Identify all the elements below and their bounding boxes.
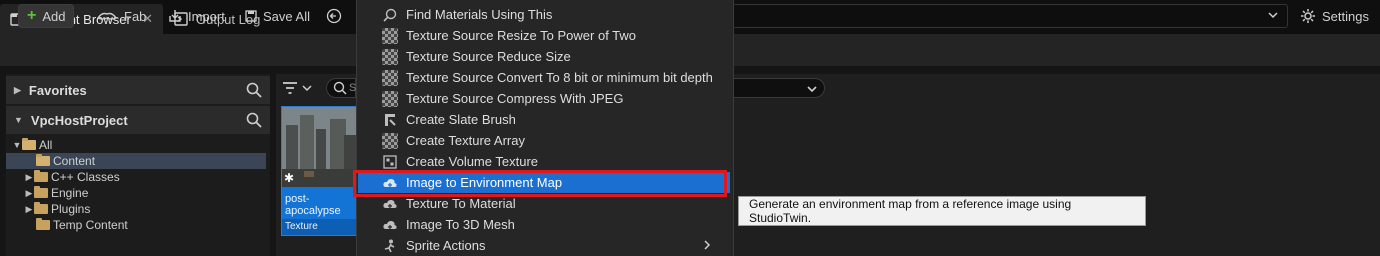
menu-item-compress-jpeg[interactable]: Texture Source Compress With JPEG [358,88,730,109]
tooltip-text: Generate an environment map from a refer… [749,197,1072,225]
asset-tile[interactable]: ✱ post-apocalypse Texture [281,106,357,236]
menu-item-label: Texture To Material [406,196,516,211]
tree-item-cpp-classes[interactable]: ▶ C++ Classes [6,169,266,185]
menu-item-sprite-actions[interactable]: Sprite Actions [358,235,730,256]
chevron-right-icon: ▶ [14,84,21,95]
folder-open-icon [36,154,50,166]
settings-label: Settings [1322,8,1369,24]
import-label: Import [188,8,225,24]
menu-item-label: Image To 3D Mesh [406,217,515,232]
chevron-down-icon[interactable] [806,83,818,95]
menu-item-label: Create Volume Texture [406,154,538,169]
search-icon [333,81,347,95]
tree-item-label: All [39,138,53,152]
search-input[interactable]: S [326,78,356,98]
sprite-icon [382,238,398,254]
menu-item-create-slate-brush[interactable]: Create Slate Brush [358,109,730,130]
menu-item-image-to-3d-mesh[interactable]: Image To 3D Mesh [358,214,730,235]
folder-open-icon [22,138,36,150]
chevron-right-icon[interactable]: ▶ [24,204,34,215]
menu-item-create-texture-array[interactable]: Create Texture Array [358,130,730,151]
favorites-label: Favorites [28,82,87,98]
fab-button[interactable]: Fab [96,4,146,28]
highlight-annotation-box [353,170,727,197]
project-header[interactable]: ▼ VpcHostProject [6,106,270,134]
gear-icon [1300,8,1316,24]
import-button[interactable]: Import [168,4,225,28]
texture-icon [382,48,398,65]
folder-icon [34,186,48,198]
menu-item-label: Find Materials Using This [406,7,553,22]
tree-item-plugins[interactable]: ▶ Plugins [6,201,266,217]
chevron-down-icon [302,83,312,93]
import-icon [168,9,182,23]
tree-item-label: Plugins [51,202,91,216]
add-button[interactable]: + Add [18,4,74,28]
tooltip: Generate an environment map from a refer… [738,196,1146,226]
chevron-right-icon [702,239,712,251]
tree-item-temp-content[interactable]: Temp Content [6,217,266,233]
filter-icon [282,81,298,95]
chevron-down-icon[interactable]: ▼ [12,140,22,150]
folder-icon [34,202,48,214]
asset-thumbnail: ✱ [282,107,356,187]
menu-item-create-volume-texture[interactable]: Create Volume Texture [358,151,730,172]
brush-icon [382,112,398,128]
path-bar[interactable] [732,4,1288,28]
menu-item-label: Sprite Actions [406,238,486,253]
plus-icon: + [27,7,37,24]
volume-texture-icon [382,154,398,170]
save-all-button[interactable]: Save All [245,4,310,28]
asset-name: post-apocalypse [285,193,341,217]
chevron-right-icon[interactable]: ▶ [24,188,34,199]
menu-item-label: Texture Source Resize To Power of Two [406,28,637,43]
tree-item-all[interactable]: ▼ All [6,137,266,153]
texture-icon [382,27,398,44]
fab-label: Fab [124,8,147,24]
search-input-end[interactable] [733,78,825,98]
menu-item-label: Create Slate Brush [406,112,516,127]
save-all-label: Save All [263,8,310,24]
tree-item-content[interactable]: Content [6,153,266,169]
add-label: Add [42,8,66,24]
fab-icon [96,10,118,22]
menu-item-label: Texture Source Compress With JPEG [406,91,624,106]
history-back-button[interactable] [326,4,342,28]
filter-button[interactable] [282,78,320,98]
menu-item-reduce-size[interactable]: Texture Source Reduce Size [358,46,730,67]
asset-type: Texture [282,219,356,235]
folder-icon [36,218,50,230]
project-label: VpcHostProject [30,112,128,128]
chevron-right-icon[interactable]: ▶ [24,172,34,183]
tree-item-engine[interactable]: ▶ Engine [6,185,266,201]
tree-item-label: Content [53,154,96,168]
favorites-header[interactable]: ▶ Favorites [6,76,270,104]
search-materials-icon [382,7,398,23]
texture-badge-icon: ✱ [284,171,295,185]
settings-button[interactable]: Settings [1300,4,1369,28]
menu-item-find-materials[interactable]: Find Materials Using This [358,4,730,25]
chevron-down-icon[interactable] [1267,9,1279,21]
menu-item-label: Texture Source Convert To 8 bit or minim… [406,70,713,85]
texture-icon [382,90,398,107]
save-icon [245,10,257,22]
folder-icon [34,170,48,182]
tree-item-label: Engine [51,186,89,200]
texture-icon [382,132,398,149]
back-icon [326,8,342,24]
tree-item-label: C++ Classes [51,170,120,184]
menu-item-convert-8bit[interactable]: Texture Source Convert To 8 bit or minim… [358,67,730,88]
menu-item-label: Texture Source Reduce Size [406,49,571,64]
menu-item-resize-power-of-two[interactable]: Texture Source Resize To Power of Two [358,25,730,46]
search-icon[interactable] [246,82,262,98]
cloud-icon [382,217,398,233]
menu-item-label: Create Texture Array [406,133,525,148]
tree-item-label: Temp Content [53,218,128,232]
chevron-down-icon: ▼ [14,115,23,125]
cloud-icon [382,196,398,212]
texture-icon [382,69,398,86]
search-icon[interactable] [246,112,262,128]
